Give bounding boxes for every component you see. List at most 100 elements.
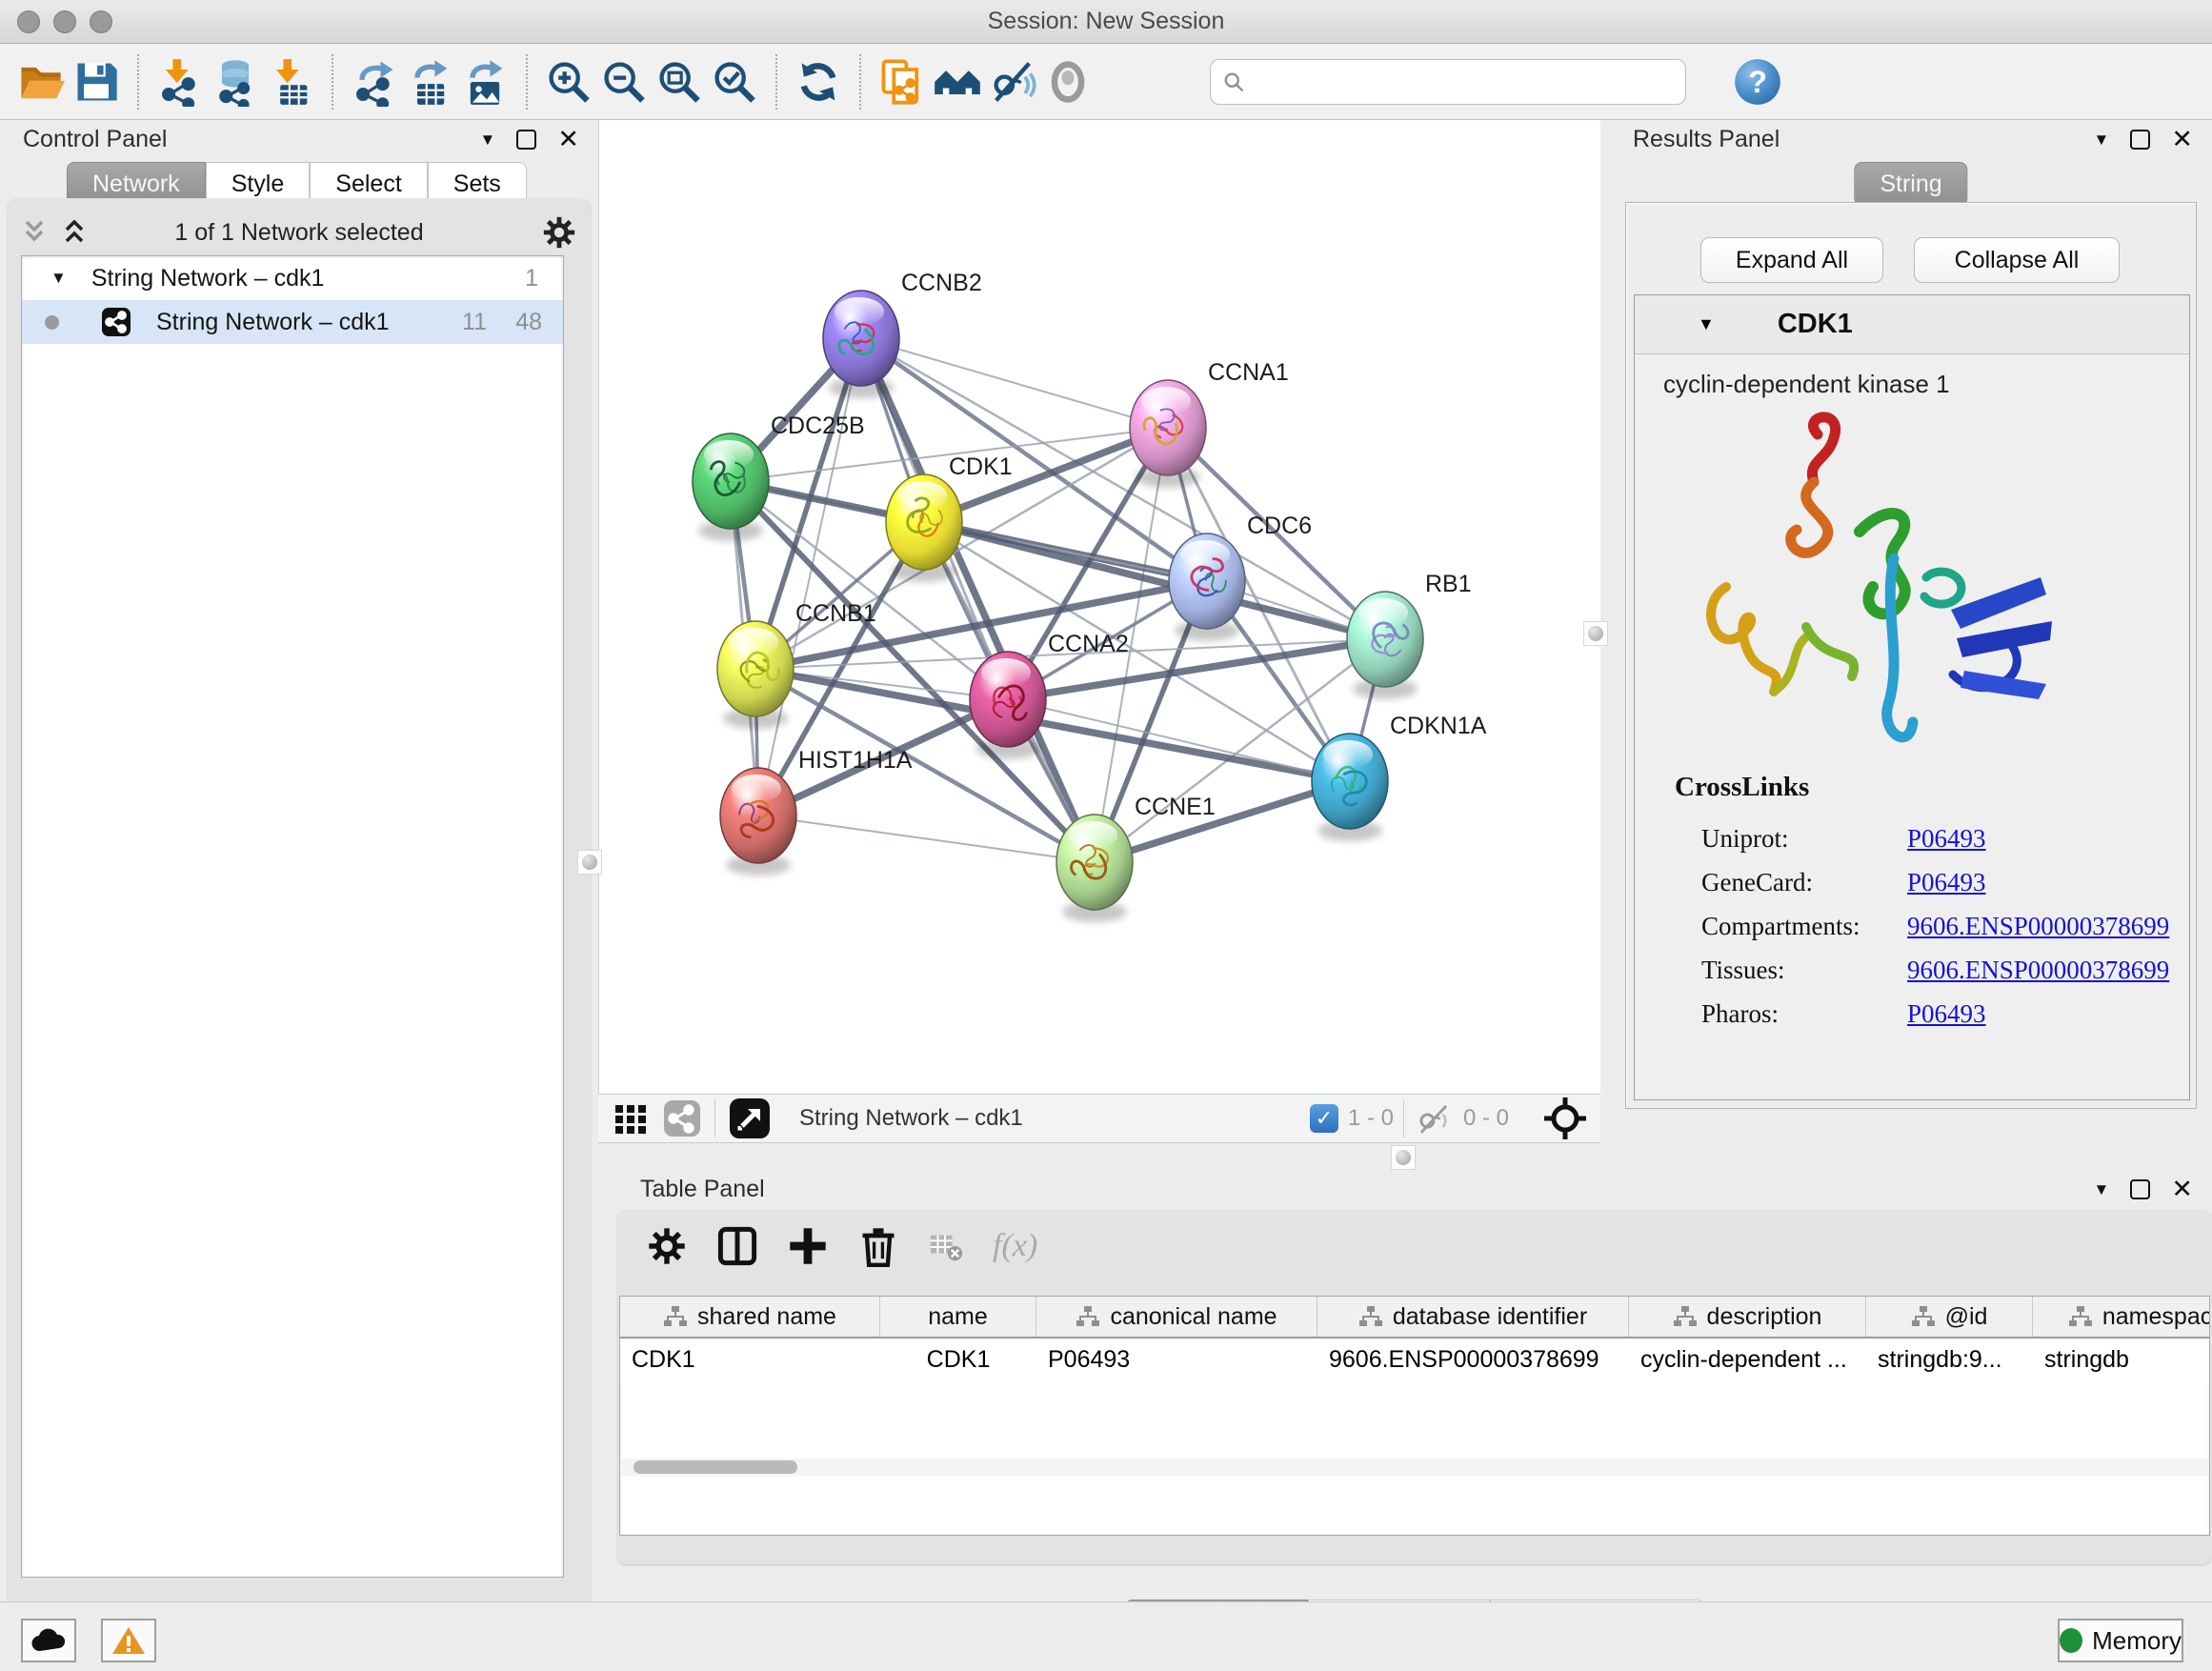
crosslink-link[interactable]: P06493 xyxy=(1907,999,1986,1029)
tab-string[interactable]: String xyxy=(1854,162,1967,206)
panel-close-icon[interactable]: ✕ xyxy=(557,127,579,152)
show-hide-panels-button[interactable] xyxy=(1040,54,1096,110)
table-horizontal-scrollbar[interactable] xyxy=(622,1459,2210,1476)
open-external-icon[interactable] xyxy=(729,1097,771,1139)
window-close-button[interactable] xyxy=(17,10,40,33)
scrollbar-thumb[interactable] xyxy=(633,1460,797,1474)
network-edge[interactable] xyxy=(861,338,1095,862)
memory-button[interactable]: Memory xyxy=(2058,1619,2183,1662)
save-session-button[interactable] xyxy=(69,54,124,110)
warnings-button[interactable] xyxy=(101,1619,156,1662)
expand-all-button[interactable]: Expand All xyxy=(1700,237,1883,283)
crosslink-link[interactable]: 9606.ENSP00000378699 xyxy=(1907,912,2169,941)
crosslink-link[interactable]: P06493 xyxy=(1907,824,1986,854)
create-column-plus-icon[interactable] xyxy=(787,1225,829,1267)
left-splitter-handle[interactable] xyxy=(577,850,602,875)
collection-count: 1 xyxy=(525,265,538,292)
network-node[interactable]: CCNB2 xyxy=(823,270,982,398)
help-icon: ? xyxy=(1733,57,1782,107)
bottom-splitter-handle[interactable] xyxy=(1391,1145,1416,1170)
search-field[interactable] xyxy=(1210,59,1686,105)
column-header[interactable]: description xyxy=(1629,1297,1866,1337)
collapse-all-button[interactable]: Collapse All xyxy=(1914,237,2120,283)
birds-eye-view-icon[interactable] xyxy=(1543,1097,1587,1140)
grid-view-icon[interactable] xyxy=(612,1099,650,1137)
network-edge[interactable] xyxy=(1095,781,1350,862)
column-header[interactable]: name xyxy=(880,1297,1036,1337)
import-network-file-button[interactable] xyxy=(152,54,208,110)
table-cell: CDK1 xyxy=(880,1339,1036,1382)
node-label: CCNB1 xyxy=(795,600,876,627)
cloud-status-button[interactable] xyxy=(21,1619,76,1662)
export-image-button[interactable] xyxy=(457,54,513,110)
zoom-out-button[interactable] xyxy=(596,54,652,110)
network-node[interactable]: CDKN1A xyxy=(1312,713,1487,841)
window-minimize-button[interactable] xyxy=(53,10,76,33)
delete-column-trash-icon[interactable] xyxy=(857,1225,899,1267)
network-edge[interactable] xyxy=(758,815,1095,862)
gene-caret-icon[interactable]: ▼ xyxy=(1698,314,1715,334)
apply-layout-button[interactable] xyxy=(791,54,846,110)
network-node[interactable]: CDC25B xyxy=(693,413,865,541)
column-header[interactable]: @id xyxy=(1866,1297,2033,1337)
network-collection-row[interactable]: ▼ String Network – cdk1 1 xyxy=(22,256,563,300)
network-node[interactable]: RB1 xyxy=(1347,571,1472,699)
column-header[interactable]: database identifier xyxy=(1317,1297,1629,1337)
export-network-button[interactable] xyxy=(347,54,402,110)
network-row[interactable]: String Network – cdk1 11 48 xyxy=(22,300,563,344)
zoom-selected-button[interactable] xyxy=(707,54,762,110)
open-cytoscape-web-button[interactable] xyxy=(875,54,930,110)
network-node[interactable]: CCNE1 xyxy=(1056,794,1216,922)
zoom-out-icon xyxy=(599,57,649,107)
table-row[interactable]: CDK1CDK1P064939606.ENSP00000378699cyclin… xyxy=(620,1339,2209,1382)
zoom-in-button[interactable] xyxy=(541,54,596,110)
collection-caret-icon[interactable]: ▼ xyxy=(50,269,67,288)
panel-close-icon[interactable]: ✕ xyxy=(2171,127,2193,152)
help-button[interactable]: ? xyxy=(1730,54,1785,110)
crosslink-link[interactable]: 9606.ENSP00000378699 xyxy=(1907,956,2169,985)
network-canvas[interactable]: CCNB2CCNA1CDC25BCDK1CDC6RB1CCNB1CCNA2CDK… xyxy=(598,120,1600,1094)
gene-header[interactable]: ▼ CDK1 xyxy=(1635,295,2189,354)
panel-collapse-icon[interactable]: ▼ xyxy=(2094,131,2110,148)
zoom-fit-button[interactable] xyxy=(652,54,707,110)
crosslink-link[interactable]: P06493 xyxy=(1907,868,1986,897)
node-label: CDK1 xyxy=(949,453,1013,480)
gene-detail-box: ▼ CDK1 cyclin-dependent kinase 1 xyxy=(1634,294,2190,1100)
export-table-button[interactable] xyxy=(402,54,457,110)
function-builder-icon[interactable]: f(x) xyxy=(993,1228,1037,1264)
panel-float-icon[interactable] xyxy=(2130,130,2150,150)
delete-table-icon[interactable] xyxy=(928,1225,964,1267)
show-columns-icon[interactable] xyxy=(716,1225,758,1267)
open-session-button[interactable] xyxy=(13,54,69,110)
right-splitter-handle[interactable] xyxy=(1583,621,1608,646)
import-table-file-button[interactable] xyxy=(263,54,318,110)
window-zoom-button[interactable] xyxy=(90,10,112,33)
cybrowser-home-button[interactable] xyxy=(930,54,985,110)
control-panel: Control Panel ▼ ✕ Network Style Select S… xyxy=(0,120,598,1601)
panel-float-icon[interactable] xyxy=(2130,1179,2150,1199)
panel-close-icon[interactable]: ✕ xyxy=(2171,1177,2193,1202)
network-edge[interactable] xyxy=(861,338,1168,428)
panel-float-icon[interactable] xyxy=(516,130,536,150)
column-namespace-icon xyxy=(1076,1305,1100,1328)
panel-collapse-icon[interactable]: ▼ xyxy=(2094,1181,2110,1198)
table-cell: stringdb xyxy=(2033,1339,2210,1382)
column-header-label: name xyxy=(928,1303,988,1331)
import-network-database-button[interactable] xyxy=(208,54,263,110)
network-view-area: CCNB2CCNA1CDC25BCDK1CDC6RB1CCNB1CCNA2CDK… xyxy=(598,120,1600,1158)
network-node[interactable]: CDK1 xyxy=(886,453,1013,582)
network-node[interactable]: CDC6 xyxy=(1169,513,1312,641)
column-header[interactable]: shared name xyxy=(620,1297,880,1337)
panel-collapse-icon[interactable]: ▼ xyxy=(480,131,496,148)
crosslink-row: Tissues:9606.ENSP00000378699 xyxy=(1675,948,2169,992)
toggle-graphics-details-button[interactable] xyxy=(985,54,1040,110)
column-header[interactable]: namespace xyxy=(2033,1297,2210,1337)
network-edge[interactable] xyxy=(758,338,861,815)
column-header[interactable]: canonical name xyxy=(1036,1297,1317,1337)
crosslink-label: Uniprot: xyxy=(1701,824,1907,854)
network-node[interactable]: HIST1H1A xyxy=(720,747,913,876)
table-options-gear-icon[interactable] xyxy=(646,1225,688,1267)
selected-indicator-checkbox[interactable]: ✓ xyxy=(1310,1104,1338,1133)
search-input[interactable] xyxy=(1253,69,1674,95)
share-view-icon[interactable] xyxy=(663,1099,701,1137)
